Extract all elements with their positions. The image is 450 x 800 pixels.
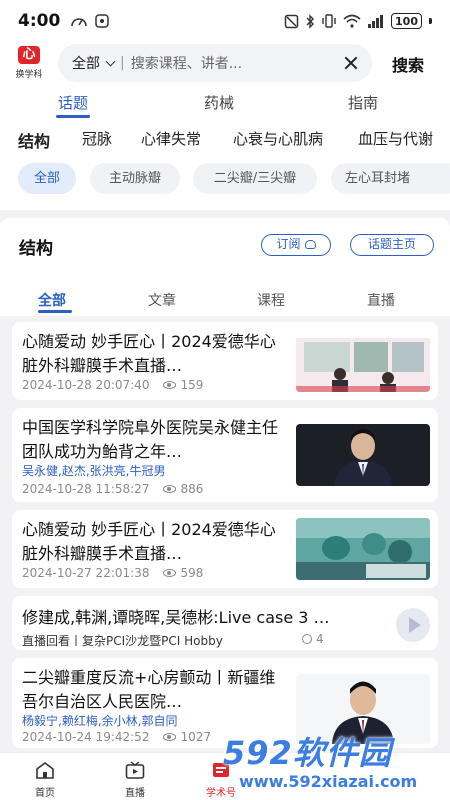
item-views: 886 xyxy=(180,482,204,496)
tab-devices[interactable]: 药械 xyxy=(204,92,234,113)
category-row: 结构 冠脉 心律失常 心衰与心肌病 血压与代谢 xyxy=(0,118,450,160)
topic-title: 结构 xyxy=(19,239,53,259)
item-views: 598 xyxy=(180,566,204,580)
app-header: 心 换学科 全部 | 搜索课程、讲者... 搜索 xyxy=(0,42,450,88)
switch-subject-button[interactable]: 心 换学科 xyxy=(10,46,48,80)
tab-guidelines[interactable]: 指南 xyxy=(348,92,378,113)
subscribe-button[interactable]: 订阅 xyxy=(261,234,331,256)
category-structure[interactable]: 结构 xyxy=(18,128,50,152)
item-title: 心随爱动 妙手匠心丨2024爱德华心脏外科瓣膜手术直播… xyxy=(22,520,276,563)
person-icon xyxy=(302,634,312,644)
item-date: 2024-10-24 19:42:52 xyxy=(22,730,150,744)
speed-gauge-icon xyxy=(71,18,88,27)
eye-icon xyxy=(163,569,177,577)
switch-subject-label: 换学科 xyxy=(15,70,43,80)
item-title: 心随爱动 妙手匠心丨2024爱德华心脏外科瓣膜手术直播… xyxy=(22,332,276,375)
chevron-down-icon xyxy=(105,56,116,66)
vibrate-icon xyxy=(322,14,336,28)
item-thumbnail xyxy=(296,330,430,392)
list-item[interactable]: 心随爱动 妙手匠心丨2024爱德华心脏外科瓣膜手术直播… 2024-10-27 … xyxy=(12,510,438,588)
item-subtitle: 直播回看丨复杂PCI沙龙暨PCI Hobby xyxy=(22,634,223,648)
category-heart-failure[interactable]: 心衰与心肌病 xyxy=(233,128,323,149)
signal-icon xyxy=(368,15,384,28)
subscribe-label: 订阅 xyxy=(276,237,301,251)
search-button[interactable]: 搜索 xyxy=(392,52,424,76)
top-tabs: 话题 药械 指南 xyxy=(0,88,450,118)
wifi-icon xyxy=(343,14,361,28)
status-bar: 4:00 100 xyxy=(0,0,450,42)
chip-mitral-tricuspid[interactable]: 二尖瓣/三尖瓣 xyxy=(193,163,317,194)
item-views: 159 xyxy=(180,378,204,392)
watermark-text: 592软件园 xyxy=(223,734,392,772)
item-title: 二尖瓣重度反流+心房颤动丨新疆维吾尔自治区人民医院… xyxy=(22,668,276,711)
nav-home[interactable]: 首页 xyxy=(20,761,70,799)
battery-indicator: 100 xyxy=(391,13,422,29)
list-item[interactable]: 心随爱动 妙手匠心丨2024爱德华心脏外科瓣膜手术直播… 2024-10-28 … xyxy=(12,322,438,400)
item-date: 2024-10-27 22:01:38 xyxy=(22,566,150,580)
topic-home-button[interactable]: 话题主页 xyxy=(350,234,434,256)
content-tab-articles[interactable]: 文章 xyxy=(148,290,176,310)
item-title: 修建成,韩渊,谭晓晖,吴德彬:Live case 3 … xyxy=(22,608,330,627)
tab-topics[interactable]: 话题 xyxy=(58,92,88,113)
play-button[interactable] xyxy=(396,608,430,642)
category-blood-pressure[interactable]: 血压与代谢 xyxy=(358,128,433,149)
search-scope-label: 全部 xyxy=(72,56,100,72)
chip-laa-occlusion[interactable]: 左心耳封堵 xyxy=(331,163,450,194)
topic-header: 结构 订阅 话题主页 全部 文章 课程 直播 xyxy=(0,218,450,316)
subscribe-icon xyxy=(304,240,316,249)
item-thumbnail xyxy=(296,424,430,486)
alarm-off-icon xyxy=(284,14,299,28)
search-bar: 全部 | 搜索课程、讲者... xyxy=(58,44,372,82)
watermark-url: www.592xiazai.com xyxy=(239,772,418,791)
sub-category-chips: 全部 主动脉瓣 二尖瓣/三尖瓣 左心耳封堵 xyxy=(0,160,450,210)
category-coronary[interactable]: 冠脉 xyxy=(82,128,112,149)
eye-icon xyxy=(163,733,177,741)
eye-icon xyxy=(163,485,177,493)
content-tab-live[interactable]: 直播 xyxy=(367,290,395,310)
watermark: 592软件园 www.592xiazai.com xyxy=(215,726,450,796)
nav-live[interactable]: 直播 xyxy=(110,761,160,799)
item-views: 1027 xyxy=(180,730,211,744)
home-icon xyxy=(36,762,54,779)
list-item[interactable]: 修建成,韩渊,谭晓晖,吴德彬:Live case 3 … 直播回看丨复杂PCI沙… xyxy=(12,596,438,650)
app-notification-icon xyxy=(95,14,110,28)
eye-icon xyxy=(163,381,177,389)
chip-aortic-valve[interactable]: 主动脉瓣 xyxy=(90,163,180,194)
item-date: 2024-10-28 11:58:27 xyxy=(22,482,150,496)
search-input[interactable]: 搜索课程、讲者... xyxy=(131,53,340,73)
item-count: 4 xyxy=(316,632,324,646)
item-authors: 杨毅宁,赖红梅,余小林,郭自同 xyxy=(22,714,178,728)
item-authors: 吴永健,赵杰,张洪亮,牛冠男 xyxy=(22,464,166,478)
nav-home-label: 首页 xyxy=(35,788,55,799)
content-tab-indicator xyxy=(38,310,72,313)
content-tab-courses[interactable]: 课程 xyxy=(257,290,285,310)
list-item[interactable]: 中国医学科学院阜外医院吴永健主任团队成功为鲐背之年… 吴永健,赵杰,张洪亮,牛冠… xyxy=(12,408,438,502)
status-time: 4:00 xyxy=(18,11,61,31)
chip-all[interactable]: 全部 xyxy=(18,163,76,194)
heart-logo-icon: 心 xyxy=(18,46,40,64)
item-date: 2024-10-28 20:07:40 xyxy=(22,378,150,392)
tv-icon xyxy=(125,761,145,779)
search-scope-dropdown[interactable]: 全部 | xyxy=(72,53,131,73)
nav-live-label: 直播 xyxy=(125,788,145,799)
clear-icon[interactable] xyxy=(340,52,362,74)
bluetooth-icon xyxy=(306,13,315,29)
category-arrhythmia[interactable]: 心律失常 xyxy=(141,128,201,149)
item-title: 中国医学科学院阜外医院吴永健主任团队成功为鲐背之年… xyxy=(22,418,279,461)
item-thumbnail xyxy=(296,518,430,580)
content-tab-all[interactable]: 全部 xyxy=(38,290,66,310)
